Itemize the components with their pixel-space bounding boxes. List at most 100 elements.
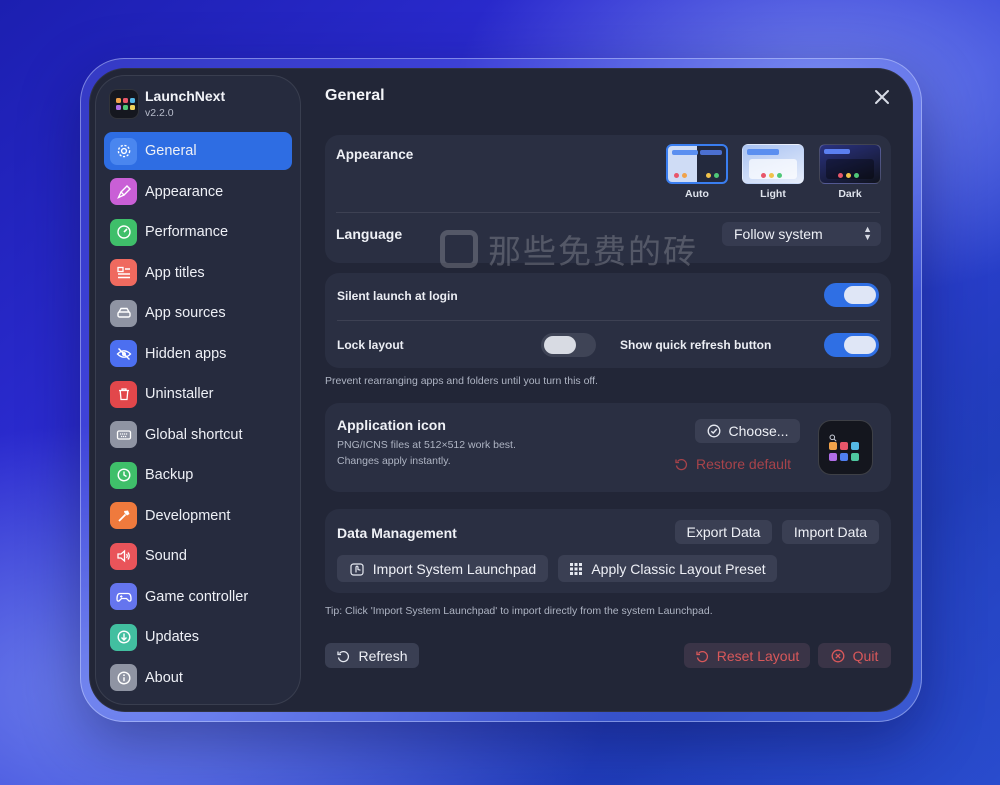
- app-icon-preview: [818, 420, 873, 475]
- sidebar-item-about[interactable]: About: [104, 659, 292, 697]
- theme-name-light: Light: [760, 188, 786, 200]
- silent-launch-label: Silent launch at login: [337, 289, 458, 303]
- sidebar-item-label: About: [145, 669, 183, 686]
- appearance-label: Appearance: [336, 147, 414, 162]
- application-icon-card: Application icon PNG/ICNS files at 512×5…: [325, 403, 891, 492]
- language-select-value: Follow system: [734, 226, 823, 242]
- close-icon: [875, 90, 889, 104]
- info-icon: [110, 664, 137, 691]
- language-label: Language: [336, 226, 403, 242]
- sidebar-item-performance[interactable]: Performance: [104, 213, 292, 251]
- app-version: v2.2.0: [145, 107, 174, 119]
- import-data-button[interactable]: Import Data: [782, 520, 879, 544]
- sidebar-item-label: General: [145, 143, 197, 159]
- sidebar-item-label: Uninstaller: [145, 386, 214, 402]
- hand-tap-icon: [349, 561, 365, 577]
- grid-dots-icon: [569, 562, 583, 576]
- theme-name-dark: Dark: [838, 188, 862, 200]
- undo-arrow-icon: [695, 649, 709, 663]
- sidebar-item-hidden-apps[interactable]: Hidden apps: [104, 335, 292, 373]
- sidebar-item-updates[interactable]: Updates: [104, 618, 292, 656]
- watermark-text: 那些免费的砖: [488, 232, 698, 271]
- app-logo-icon: [109, 88, 139, 119]
- import-system-launchpad-button[interactable]: Import System Launchpad: [337, 555, 548, 582]
- data-management-tip: Tip: Click 'Import System Launchpad' to …: [325, 605, 713, 617]
- sidebar-item-label: Game controller: [145, 588, 249, 605]
- sidebar-item-appearance[interactable]: Appearance: [104, 173, 292, 211]
- quick-refresh-label: Show quick refresh button: [620, 338, 772, 352]
- gauge-icon: [110, 218, 137, 246]
- sidebar-item-global-shortcut[interactable]: Global shortcut: [104, 416, 292, 454]
- quick-refresh-toggle[interactable]: [824, 333, 879, 357]
- sidebar-item-label: Sound: [145, 548, 187, 564]
- x-circle-icon: [831, 649, 845, 663]
- import-data-label: Import Data: [793, 524, 868, 540]
- application-icon-hint-apply: Changes apply instantly.: [337, 455, 451, 467]
- gear-icon: [110, 137, 137, 165]
- theme-thumb-dark: [819, 144, 881, 184]
- clock-arrow-icon: [110, 461, 137, 489]
- data-management-title: Data Management: [337, 525, 457, 541]
- sidebar-nav: General Appearance Performance App title…: [104, 132, 292, 699]
- text-list-icon: [110, 259, 137, 286]
- gamepad-icon: [110, 583, 137, 610]
- sidebar-item-label: App sources: [145, 305, 226, 321]
- app-grid-icon: [829, 442, 859, 461]
- export-data-label: Export Data: [686, 524, 761, 540]
- theme-thumb-light: [742, 144, 804, 184]
- choose-icon-button[interactable]: Choose...: [695, 419, 800, 443]
- close-button[interactable]: [867, 82, 897, 112]
- apply-classic-layout-button[interactable]: Apply Classic Layout Preset: [558, 555, 777, 582]
- import-system-launchpad-label: Import System Launchpad: [372, 560, 537, 577]
- theme-option-auto[interactable]: Auto: [666, 144, 728, 200]
- refresh-icon: [336, 649, 350, 663]
- divider: [336, 212, 880, 213]
- sidebar-item-general[interactable]: General: [104, 132, 292, 170]
- drive-icon: [110, 299, 137, 327]
- sidebar-item-sound[interactable]: Sound: [104, 537, 292, 575]
- theme-option-dark[interactable]: Dark: [819, 144, 881, 200]
- apply-classic-layout-label: Apply Classic Layout Preset: [591, 560, 766, 577]
- export-data-button[interactable]: Export Data: [675, 520, 772, 544]
- sidebar-item-development[interactable]: Development: [104, 497, 292, 535]
- sidebar-item-uninstaller[interactable]: Uninstaller: [104, 375, 292, 413]
- sidebar: LaunchNext v2.2.0 General Appearance Per…: [95, 75, 301, 705]
- sidebar-item-label: Backup: [145, 467, 194, 483]
- sidebar-item-game-controller[interactable]: Game controller: [104, 578, 292, 616]
- lock-layout-hint: Prevent rearranging apps and folders unt…: [325, 375, 598, 387]
- sidebar-item-label: Global shortcut: [145, 426, 243, 443]
- application-icon-hint-size: PNG/ICNS files at 512×512 work best.: [337, 439, 516, 451]
- keyboard-icon: [110, 421, 137, 448]
- sidebar-item-label: Development: [145, 507, 231, 524]
- watermark-logo-icon: [440, 230, 478, 268]
- sidebar-item-backup[interactable]: Backup: [104, 456, 292, 494]
- theme-name-auto: Auto: [685, 188, 709, 200]
- theme-thumb-auto: [666, 144, 728, 184]
- app-name: LaunchNext: [145, 88, 226, 104]
- download-arrow-icon: [110, 623, 137, 651]
- reset-layout-button[interactable]: Reset Layout: [684, 643, 810, 668]
- divider: [337, 320, 880, 321]
- undo-arrow-icon: [674, 457, 688, 471]
- refresh-button[interactable]: Refresh: [325, 643, 419, 668]
- language-select[interactable]: Follow system ▲ ▼: [722, 222, 881, 246]
- eye-slash-icon: [110, 340, 137, 367]
- login-layout-card: Silent launch at login Lock layout Show …: [325, 273, 891, 368]
- restore-default-button[interactable]: Restore default: [665, 452, 800, 476]
- reset-layout-label: Reset Layout: [716, 647, 800, 664]
- quit-label: Quit: [852, 647, 879, 664]
- sidebar-item-app-titles[interactable]: App titles: [104, 254, 292, 292]
- sidebar-item-label: Appearance: [145, 183, 224, 200]
- silent-launch-toggle[interactable]: [824, 283, 879, 307]
- sidebar-item-label: Hidden apps: [145, 345, 227, 362]
- refresh-label: Refresh: [358, 647, 408, 664]
- watermark: 那些免费的砖: [440, 225, 698, 273]
- quit-button[interactable]: Quit: [818, 643, 891, 668]
- lock-layout-toggle[interactable]: [541, 333, 596, 357]
- sidebar-item-app-sources[interactable]: App sources: [104, 294, 292, 332]
- checkmark-circle-icon: [707, 424, 721, 438]
- lock-layout-label: Lock layout: [337, 338, 404, 352]
- sidebar-item-label: Updates: [145, 629, 200, 645]
- settings-window: LaunchNext v2.2.0 General Appearance Per…: [89, 68, 913, 712]
- theme-option-light[interactable]: Light: [742, 144, 804, 200]
